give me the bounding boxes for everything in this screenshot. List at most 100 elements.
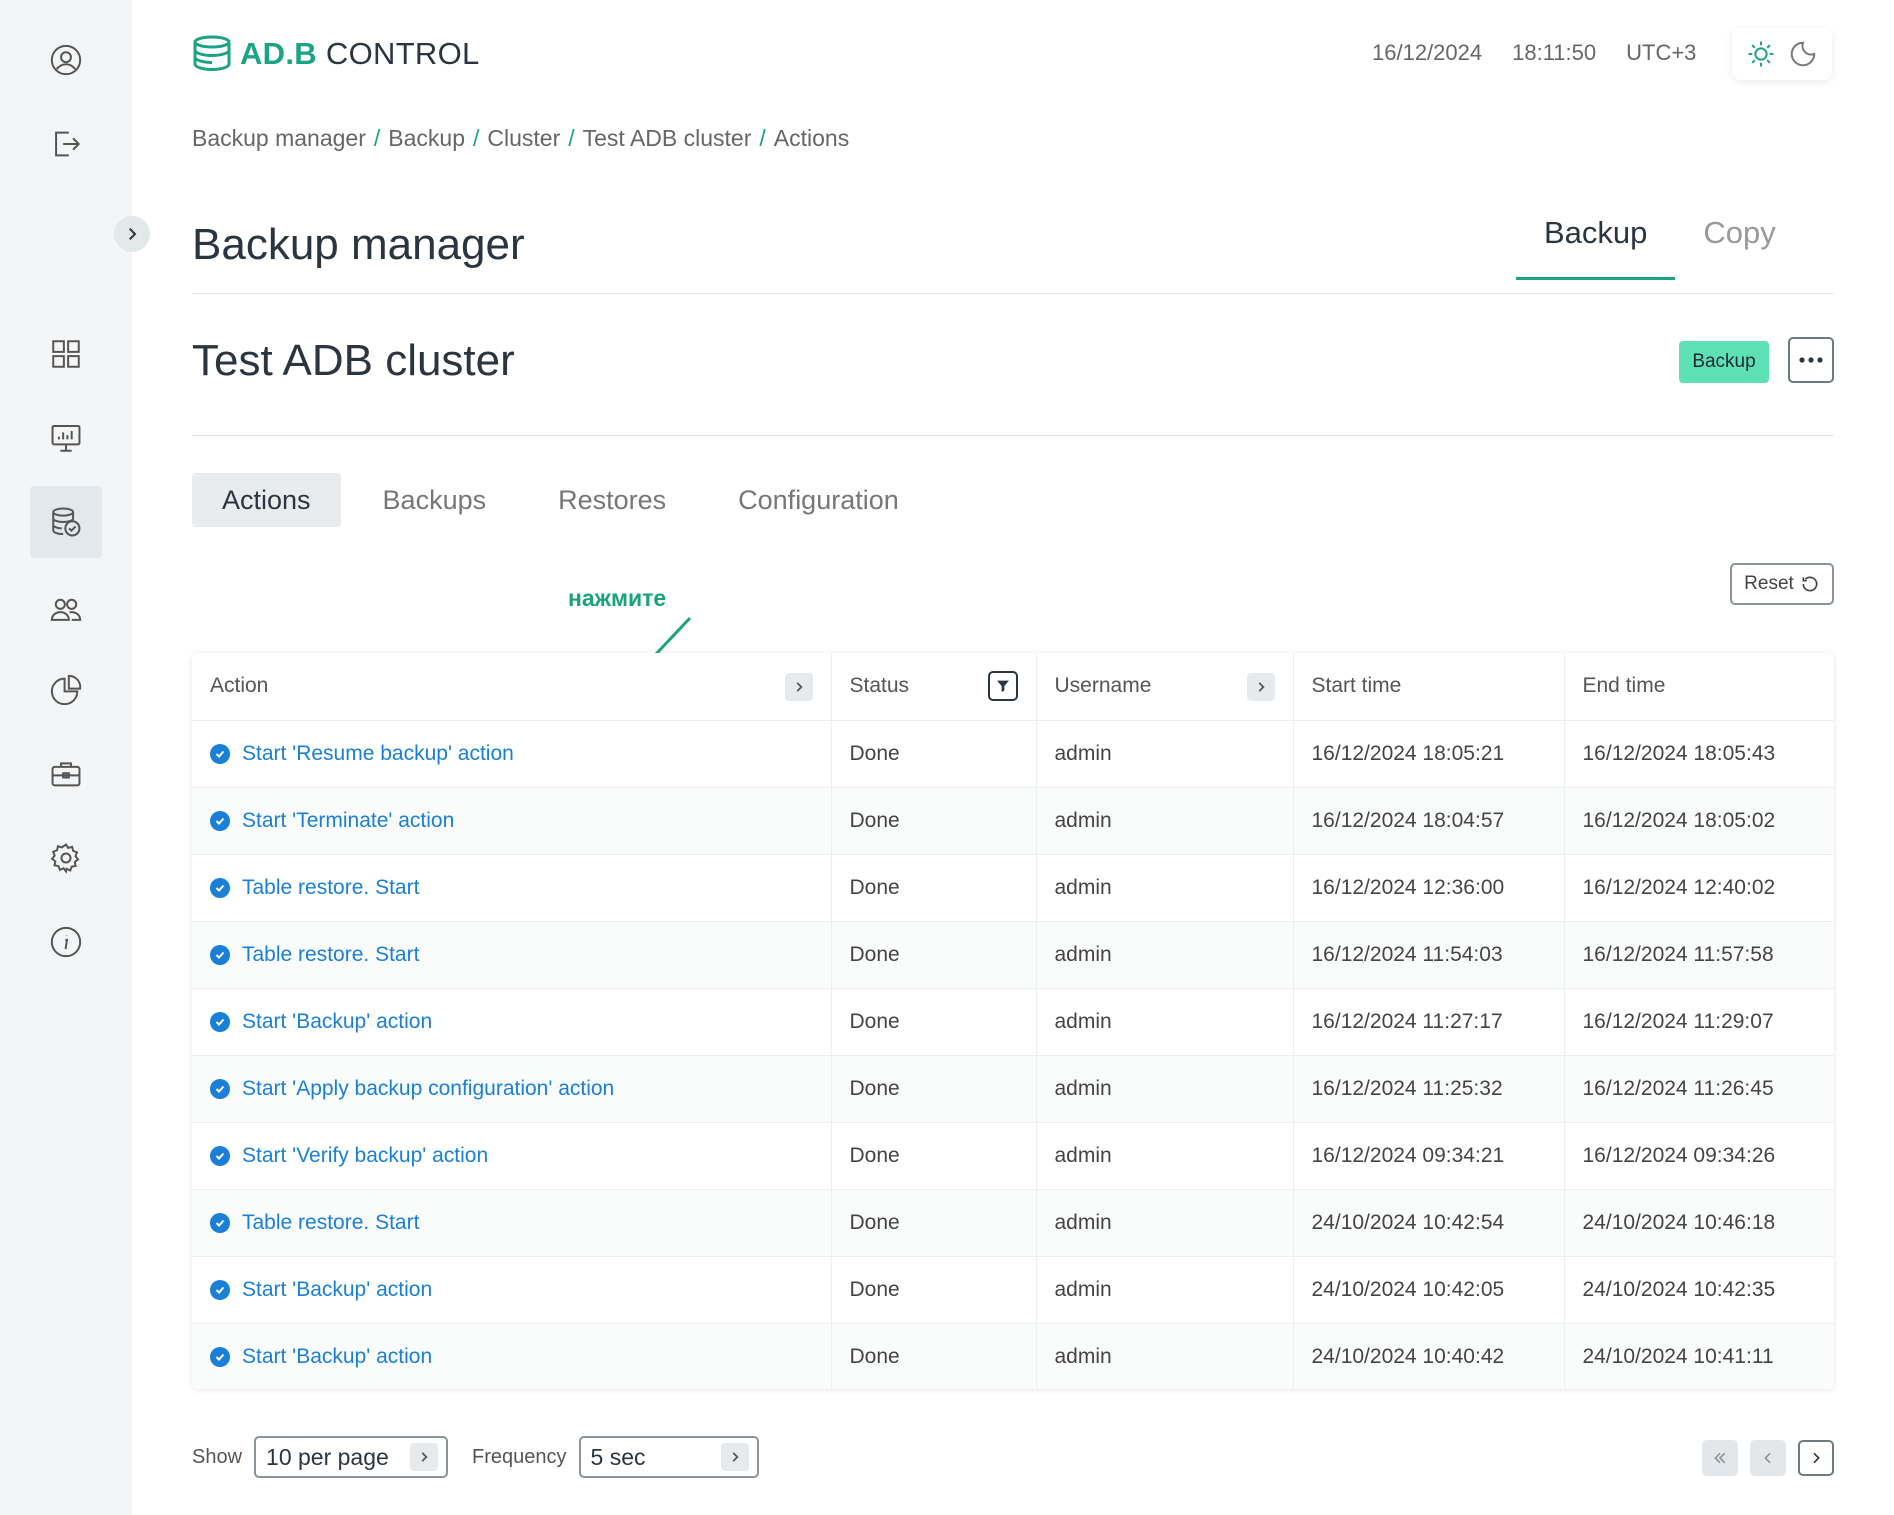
action-label: Table restore. Start	[242, 942, 420, 966]
cell-end-time: 16/12/2024 09:34:26	[1564, 1122, 1834, 1190]
cell-action: Start 'Apply backup configuration' actio…	[192, 1055, 832, 1123]
current-date: 16/12/2024	[1372, 40, 1483, 65]
status-check-icon	[210, 743, 230, 764]
cell-action: Table restore. Start	[192, 921, 832, 989]
sidebar-expand-button[interactable]	[114, 216, 150, 252]
cell-end-time: 16/12/2024 11:26:45	[1564, 1055, 1834, 1123]
cell-username: admin	[1036, 1122, 1294, 1190]
table-row: Table restore. Start Done admin 16/12/2024 …	[192, 921, 1834, 989]
sidebar-item-users[interactable]	[30, 574, 102, 646]
action-link[interactable]: Start 'Verify backup' action	[210, 1144, 488, 1168]
action-label: Start 'Backup' action	[242, 1009, 433, 1033]
breadcrumb-backup[interactable]: Backup	[388, 125, 465, 152]
pie-chart-icon	[50, 674, 82, 706]
logo-text-brand: AD.B	[240, 36, 317, 71]
sidebar-item-backup-manager[interactable]	[30, 486, 102, 558]
breadcrumb-backup-manager[interactable]: Backup manager	[192, 125, 366, 152]
tab-backups[interactable]: Backups	[353, 473, 517, 527]
cell-start-time: 16/12/2024 11:27:17	[1293, 988, 1565, 1056]
backup-database-icon	[52, 507, 81, 537]
more-actions-button[interactable]	[1788, 337, 1834, 383]
action-label: Start 'Terminate' action	[242, 808, 455, 832]
cell-start-time: 16/12/2024 09:34:21	[1293, 1122, 1565, 1190]
tab-restores[interactable]: Restores	[528, 473, 696, 527]
action-link[interactable]: Start 'Resume backup' action	[210, 742, 514, 766]
sidebar-item-tools[interactable]	[30, 738, 102, 810]
status-check-icon	[210, 944, 230, 965]
sidebar-item-settings[interactable]	[30, 822, 102, 894]
sidebar-item-reports[interactable]	[30, 654, 102, 726]
breadcrumb-cluster-name[interactable]: Test ADB cluster	[583, 125, 752, 152]
sidebar-item-monitoring[interactable]	[30, 402, 102, 474]
divider	[192, 435, 1834, 436]
action-link[interactable]: Table restore. Start	[210, 943, 419, 967]
cell-status: Done	[831, 1055, 1037, 1123]
status-filter-button[interactable]	[987, 671, 1018, 701]
cell-username: admin	[1036, 1256, 1294, 1324]
column-header-start-time: Start time	[1293, 653, 1565, 721]
reset-button[interactable]: Reset	[1730, 563, 1834, 605]
table-row: Table restore. Start Done admin 24/10/2024 …	[192, 1189, 1834, 1257]
cell-username: admin	[1036, 854, 1294, 922]
column-header-action: Action	[192, 653, 832, 721]
status-check-icon	[210, 1011, 230, 1032]
cell-action: Start 'Backup' action	[192, 988, 832, 1056]
cell-start-time: 16/12/2024 12:36:00	[1293, 854, 1565, 922]
app-logo[interactable]: AD.B CONTROL	[192, 32, 480, 76]
action-link[interactable]: Start 'Apply backup configuration' actio…	[210, 1077, 614, 1101]
user-profile-button[interactable]	[30, 24, 102, 96]
more-dots-icon	[1799, 357, 1823, 363]
backup-button[interactable]: Backup	[1679, 341, 1769, 383]
action-link[interactable]: Start 'Terminate' action	[210, 809, 454, 833]
cell-start-time: 16/12/2024 18:04:57	[1293, 787, 1565, 855]
cell-status: Done	[831, 720, 1037, 788]
frequency-value: 5 sec	[590, 1443, 646, 1470]
cell-start-time: 16/12/2024 18:05:21	[1293, 720, 1565, 788]
chevron-right-icon	[796, 682, 803, 692]
cell-action: Start 'Verify backup' action	[192, 1122, 832, 1190]
chevron-left-icon	[1764, 1452, 1771, 1464]
cell-end-time: 24/10/2024 10:42:35	[1564, 1256, 1834, 1324]
frequency-select[interactable]: 5 sec	[578, 1436, 759, 1478]
per-page-select[interactable]: 10 per page	[254, 1436, 449, 1478]
cell-status: Done	[831, 1189, 1037, 1257]
tab-backup[interactable]: Backup	[1516, 215, 1676, 280]
status-check-icon	[210, 1346, 230, 1367]
column-expand-button[interactable]	[1246, 673, 1275, 701]
cell-end-time: 24/10/2024 10:41:11	[1564, 1323, 1834, 1389]
tab-actions[interactable]: Actions	[192, 473, 341, 527]
first-page-button[interactable]	[1702, 1440, 1738, 1476]
action-link[interactable]: Start 'Backup' action	[210, 1278, 432, 1302]
action-link[interactable]: Start 'Backup' action	[210, 1010, 432, 1034]
cell-username: admin	[1036, 1323, 1294, 1389]
sun-icon[interactable]	[1746, 39, 1776, 69]
monitoring-icon	[51, 424, 81, 452]
logout-button[interactable]	[30, 108, 102, 180]
table-row: Start 'Verify backup' action Done admin 16/…	[192, 1122, 1834, 1190]
next-page-button[interactable]	[1798, 1440, 1834, 1476]
sidebar-item-info[interactable]	[30, 906, 102, 978]
status-check-icon	[210, 1145, 230, 1166]
timezone: UTC+3	[1626, 40, 1697, 65]
cell-start-time: 24/10/2024 10:42:05	[1293, 1256, 1565, 1324]
info-icon	[50, 926, 82, 958]
tab-copy[interactable]: Copy	[1675, 215, 1803, 280]
cell-status: Done	[831, 854, 1037, 922]
refresh-icon	[1802, 576, 1818, 592]
previous-page-button[interactable]	[1750, 1440, 1786, 1476]
users-icon	[50, 598, 82, 621]
top-tabs: Backup Copy	[1516, 215, 1804, 280]
breadcrumb-cluster[interactable]: Cluster	[487, 125, 560, 152]
action-link[interactable]: Start 'Backup' action	[210, 1345, 432, 1369]
tab-configuration[interactable]: Configuration	[708, 473, 929, 527]
action-link[interactable]: Table restore. Start	[210, 876, 419, 900]
cell-end-time: 16/12/2024 18:05:43	[1564, 720, 1834, 788]
sidebar-item-dashboard[interactable]	[30, 318, 102, 390]
column-expand-button[interactable]	[784, 673, 813, 701]
actions-table: Action Status Username Start time End ti…	[192, 653, 1834, 1389]
moon-icon[interactable]	[1788, 39, 1818, 69]
action-link[interactable]: Table restore. Start	[210, 1211, 419, 1235]
action-label: Table restore. Start	[242, 875, 420, 899]
sub-tabs: Actions Backups Restores Configuration	[192, 473, 929, 527]
cell-status: Done	[831, 988, 1037, 1056]
